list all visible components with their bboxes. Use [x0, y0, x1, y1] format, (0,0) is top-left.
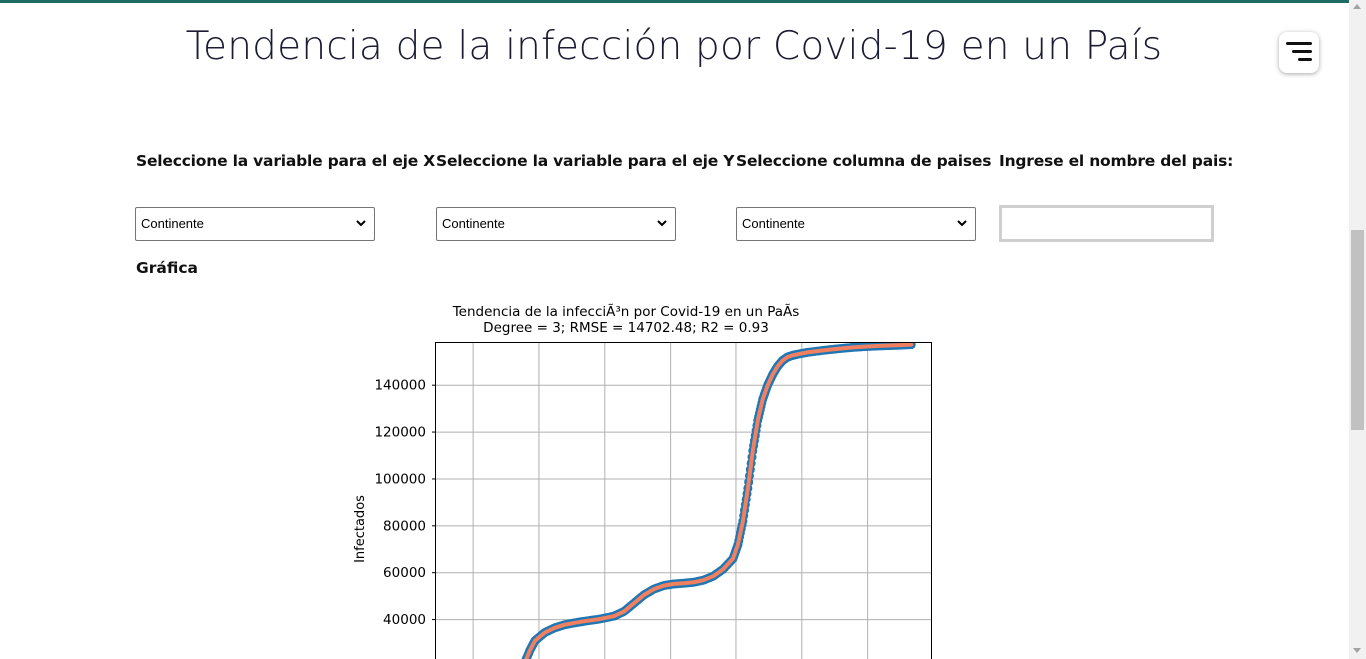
country-column-value: Continente [742, 216, 805, 231]
chart-title: Tendencia de la infecciÃ³n por Covid-19 … [452, 303, 800, 320]
country-column-label: Seleccione columna de paises [736, 152, 992, 170]
x-axis-variable-value: Continente [141, 216, 204, 231]
graph-section-label: Gráfica [136, 259, 198, 277]
y-axis-variable-label: Seleccione la variable para el eje Y [436, 152, 735, 170]
y-tick-label: 120000 [374, 425, 426, 441]
scroll-up-icon[interactable] [1353, 4, 1361, 9]
y-tick-label: 100000 [374, 471, 426, 487]
x-axis-variable-label: Seleccione la variable para el eje X [136, 152, 436, 170]
chevron-down-icon [957, 220, 967, 227]
x-axis-variable-select[interactable]: Continente [135, 207, 375, 241]
scroll-down-icon[interactable] [1353, 648, 1361, 653]
country-column-select[interactable]: Continente [736, 207, 976, 241]
y-tick-label: 40000 [383, 612, 426, 628]
scrollbar-thumb[interactable] [1351, 230, 1364, 430]
top-accent-bar [0, 0, 1366, 3]
y-axis-variable-value: Continente [442, 216, 505, 231]
y-tick-label: 60000 [383, 565, 426, 581]
chart-y-axis-label: Infectados [353, 495, 368, 563]
y-tick-label: 80000 [383, 518, 426, 534]
trend-chart: Tendencia de la infecciÃ³n por Covid-19 … [353, 303, 932, 659]
y-axis-variable-select[interactable]: Continente [436, 207, 676, 241]
plot-frame [435, 342, 932, 659]
chevron-down-icon [657, 220, 667, 227]
fit-curve [524, 343, 914, 659]
country-name-label: Ingrese el nombre del pais: [999, 152, 1234, 170]
country-name-input[interactable] [999, 205, 1214, 242]
chart-subtitle: Degree = 3; RMSE = 14702.48; R2 = 0.93 [483, 320, 769, 336]
chevron-down-icon [356, 220, 366, 227]
y-tick-label: 140000 [374, 378, 426, 394]
menu-icon [1286, 42, 1312, 45]
menu-button[interactable] [1279, 32, 1319, 73]
page-title: Tendencia de la infección por Covid-19 e… [185, 24, 1163, 69]
